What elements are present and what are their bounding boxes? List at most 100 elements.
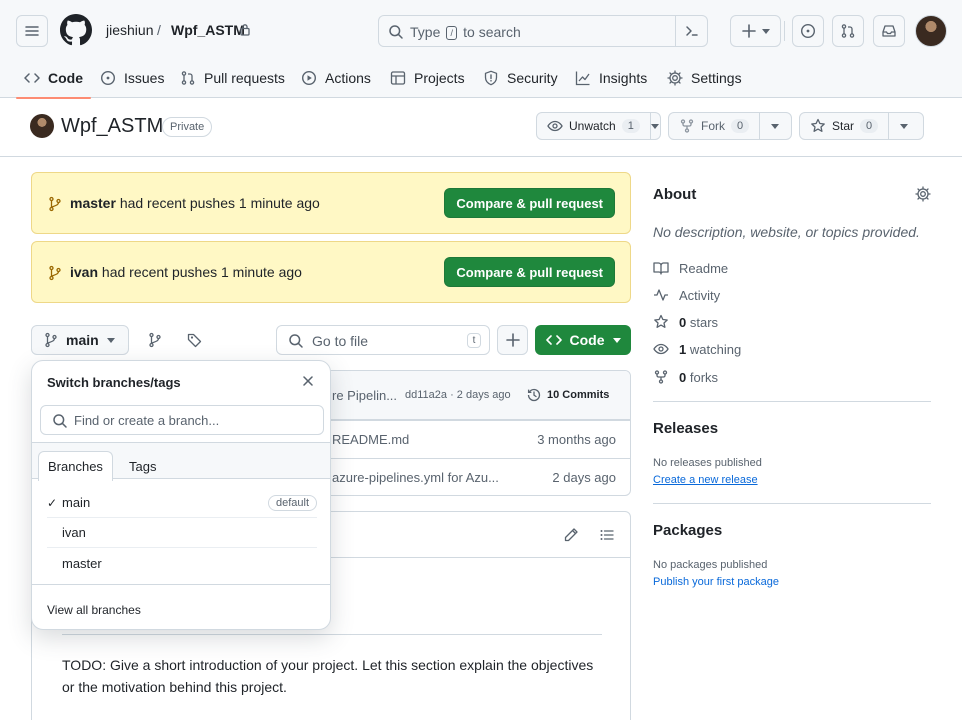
tab-pull-requests[interactable]: Pull requests xyxy=(180,58,285,98)
global-header: jieshiun / Wpf_ASTM Type / to search Cod… xyxy=(0,0,962,99)
stars-link[interactable]: 0 stars xyxy=(653,314,718,330)
compare-pull-request-button[interactable]: Compare & pull request xyxy=(444,188,615,218)
gear-icon[interactable] xyxy=(915,186,931,202)
hamburger-icon xyxy=(24,23,40,39)
add-file-button[interactable] xyxy=(497,325,528,355)
issues-button[interactable] xyxy=(792,15,824,47)
compare-pull-request-button[interactable]: Compare & pull request xyxy=(444,257,615,287)
list-item[interactable]: ivan xyxy=(47,518,317,548)
sidebar-divider xyxy=(653,503,931,504)
commit-date: 3 months ago xyxy=(537,432,616,447)
list-item[interactable]: ✓ main default xyxy=(47,488,317,518)
star-count: 0 xyxy=(860,119,879,133)
terminal-icon xyxy=(684,23,700,39)
check-icon: ✓ xyxy=(47,495,58,510)
tab-issues[interactable]: Issues xyxy=(100,58,164,98)
unwatch-button[interactable]: Unwatch 1 xyxy=(537,113,651,139)
breadcrumb-separator: / xyxy=(157,22,161,38)
branch-item-name: ivan xyxy=(62,525,86,540)
list-unordered-icon[interactable] xyxy=(599,527,615,543)
fork-dropdown-button[interactable] xyxy=(760,113,790,139)
readme-divider xyxy=(62,634,602,635)
pull-requests-button[interactable] xyxy=(832,15,864,47)
tab-tags[interactable]: Tags xyxy=(120,451,165,481)
commits-link[interactable]: 10 Commits xyxy=(526,387,609,403)
repo-title-row: Wpf_ASTM Private Unwatch 1 Fork 0 Star 0 xyxy=(0,98,962,157)
close-icon[interactable] xyxy=(302,375,314,387)
star-icon xyxy=(653,314,669,330)
publish-package-link[interactable]: Publish your first package xyxy=(653,576,779,588)
tab-label: Code xyxy=(48,70,83,86)
dropdown-title: Switch branches/tags xyxy=(47,375,181,390)
tab-branches[interactable]: Branches xyxy=(38,451,113,481)
tab-label: Issues xyxy=(124,70,165,86)
dropdown-tabs: Branches Tags xyxy=(32,442,330,481)
user-avatar[interactable] xyxy=(915,15,947,47)
tab-security[interactable]: Security xyxy=(483,58,558,98)
tab-label: Actions xyxy=(325,70,371,86)
star-button[interactable]: Star 0 xyxy=(800,113,890,139)
command-palette-button[interactable] xyxy=(675,15,707,47)
inbox-button[interactable] xyxy=(873,15,905,47)
create-new-button[interactable] xyxy=(730,15,781,47)
commit-message[interactable]: azure-pipelines.yml for Azu... xyxy=(332,470,499,485)
triangle-down-icon xyxy=(651,123,660,129)
global-search-input[interactable]: Type / to search xyxy=(378,15,708,47)
repo-forked-icon xyxy=(653,369,669,385)
about-description: No description, website, or topics provi… xyxy=(653,224,920,240)
commit-message[interactable]: README.md xyxy=(332,432,409,447)
pencil-icon[interactable] xyxy=(563,527,579,543)
plus-icon xyxy=(505,333,520,347)
star-button-group: Star 0 xyxy=(799,112,924,140)
tab-projects[interactable]: Projects xyxy=(390,58,465,98)
plus-icon xyxy=(741,24,756,38)
latest-commit-sha[interactable]: dd11a2a · 2 days ago xyxy=(405,389,511,401)
view-all-branches-link[interactable]: View all branches xyxy=(47,603,141,617)
code-icon xyxy=(545,332,562,348)
go-to-file-input[interactable]: Go to file t xyxy=(276,325,490,355)
breadcrumb-repo[interactable]: Wpf_ASTM xyxy=(171,22,245,38)
forks-link[interactable]: 0 forks xyxy=(653,369,718,385)
tab-code[interactable]: Code xyxy=(16,58,91,99)
releases-heading[interactable]: Releases xyxy=(653,420,718,437)
watching-link[interactable]: 1 watching xyxy=(653,341,741,357)
list-item[interactable]: master xyxy=(47,548,317,578)
recent-push-banner: master had recent pushes 1 minute ago Co… xyxy=(31,172,631,234)
fork-button[interactable]: Fork 0 xyxy=(669,113,761,139)
triangle-down-icon xyxy=(612,337,621,343)
branch-select-button[interactable]: main xyxy=(31,325,129,355)
star-dropdown-button[interactable] xyxy=(889,113,919,139)
create-release-link[interactable]: Create a new release xyxy=(653,474,758,486)
menu-button[interactable] xyxy=(16,15,48,47)
repo-name[interactable]: Wpf_ASTM xyxy=(61,115,163,138)
latest-commit-message[interactable]: re Pipelin... xyxy=(332,388,397,403)
header-divider xyxy=(784,21,785,41)
packages-heading[interactable]: Packages xyxy=(653,522,722,539)
tab-insights[interactable]: Insights xyxy=(575,58,647,98)
git-branch-icon xyxy=(48,196,62,212)
tag-icon[interactable] xyxy=(187,332,203,348)
banner-text: ivan had recent pushes 1 minute ago xyxy=(70,264,302,280)
code-button-label: Code xyxy=(569,332,605,348)
tab-settings[interactable]: Settings xyxy=(667,58,742,98)
triangle-down-icon xyxy=(106,337,115,343)
star-label: Star xyxy=(832,119,855,133)
branch-search-input[interactable]: Find or create a branch... xyxy=(40,405,324,435)
branches-icon[interactable] xyxy=(148,332,162,348)
watch-count: 1 xyxy=(621,119,640,133)
visibility-badge: Private xyxy=(162,117,213,137)
github-logo-icon[interactable] xyxy=(60,14,92,46)
readme-link[interactable]: Readme xyxy=(653,260,728,276)
watch-button-group: Unwatch 1 xyxy=(536,112,661,140)
shield-icon xyxy=(483,70,499,86)
tab-label: Security xyxy=(507,70,558,86)
tab-actions[interactable]: Actions xyxy=(301,58,371,98)
packages-empty-text: No packages published xyxy=(653,559,768,571)
issue-opened-icon xyxy=(800,23,816,39)
code-button[interactable]: Code xyxy=(535,325,631,355)
repo-owner-avatar[interactable] xyxy=(30,114,54,138)
watch-dropdown-button[interactable] xyxy=(651,113,660,139)
breadcrumb-owner[interactable]: jieshiun xyxy=(106,22,153,38)
activity-link[interactable]: Activity xyxy=(653,287,720,303)
branch-item-name: main xyxy=(62,495,91,510)
